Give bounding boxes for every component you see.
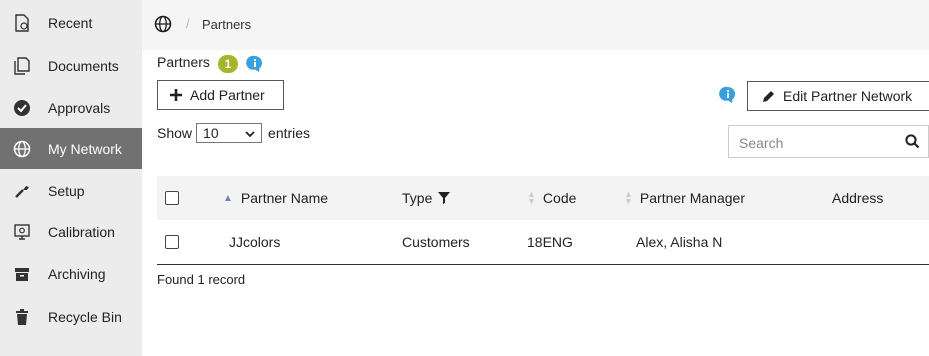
calibration-icon bbox=[12, 222, 32, 242]
page-title: Partners bbox=[157, 54, 210, 70]
edit-partner-network-label: Edit Partner Network bbox=[783, 88, 913, 104]
length-suffix: entries bbox=[268, 125, 311, 141]
sidebar-item-recent[interactable]: Recent bbox=[0, 2, 142, 43]
table-row[interactable]: JJcolors Customers 18ENG Alex, Alisha N bbox=[157, 220, 929, 265]
select-all-checkbox[interactable] bbox=[165, 176, 179, 220]
sidebar-item-label: Setup bbox=[48, 182, 85, 199]
column-label: Partner Name bbox=[240, 190, 329, 206]
wrench-icon bbox=[12, 181, 32, 201]
sort-icon: ▲ ▼ bbox=[624, 189, 633, 206]
sort-icon: ▲ ▼ bbox=[527, 189, 536, 206]
cell-code: 18ENG bbox=[527, 234, 573, 250]
sidebar-item-label: Documents bbox=[48, 57, 119, 74]
pencil-icon bbox=[762, 90, 775, 103]
sidebar-item-approvals[interactable]: Approvals bbox=[0, 87, 142, 128]
documents-icon bbox=[12, 56, 32, 76]
recent-file-icon bbox=[12, 13, 32, 33]
column-label: Address bbox=[832, 190, 884, 206]
row-checkbox[interactable] bbox=[165, 220, 179, 264]
sidebar-item-label: Recent bbox=[48, 14, 93, 31]
count-badge: 1 bbox=[218, 55, 238, 73]
column-label: Type bbox=[402, 190, 433, 206]
sidebar-item-documents[interactable]: Documents bbox=[0, 45, 142, 86]
edit-partner-network-button[interactable]: Edit Partner Network bbox=[747, 81, 929, 111]
add-partner-button[interactable]: Add Partner bbox=[157, 80, 284, 110]
sidebar-item-recycle-bin[interactable]: Recycle Bin bbox=[0, 296, 142, 337]
check-circle-icon bbox=[12, 98, 32, 118]
archive-icon bbox=[12, 264, 32, 284]
info-icon[interactable] bbox=[246, 55, 264, 73]
sidebar-item-calibration[interactable]: Calibration bbox=[0, 211, 142, 252]
sidebar-item-archiving[interactable]: Archiving bbox=[0, 253, 142, 294]
column-type[interactable]: Type bbox=[402, 176, 451, 220]
column-label: Partner Manager bbox=[639, 190, 745, 206]
chevron-down-icon bbox=[245, 125, 255, 141]
search-icon[interactable] bbox=[905, 134, 920, 152]
search-box bbox=[728, 125, 929, 159]
column-label: Code bbox=[542, 190, 577, 206]
sidebar-item-label: Recycle Bin bbox=[48, 308, 122, 325]
info-icon[interactable] bbox=[719, 86, 737, 104]
sidebar-item-my-network[interactable]: My Network bbox=[0, 128, 142, 169]
column-code[interactable]: ▲ ▼ Code bbox=[527, 176, 576, 220]
breadcrumb-separator: / bbox=[186, 16, 190, 31]
sidebar-item-label: Approvals bbox=[48, 99, 111, 116]
page-size-select[interactable]: 10 bbox=[196, 123, 263, 143]
search-input[interactable] bbox=[729, 126, 901, 159]
sidebar-item-label: Calibration bbox=[48, 223, 115, 240]
record-count: Found 1 record bbox=[157, 272, 246, 287]
cell-partner-name[interactable]: JJcolors bbox=[229, 220, 280, 264]
sidebar-item-label: My Network bbox=[48, 140, 122, 157]
cell-type: Customers bbox=[402, 234, 470, 250]
globe-icon bbox=[12, 139, 32, 159]
trash-icon bbox=[12, 307, 32, 327]
sidebar-item-label: Archiving bbox=[48, 265, 106, 282]
column-partner-manager[interactable]: ▲ ▼ Partner Manager bbox=[624, 176, 745, 220]
length-menu: Show 10 entries bbox=[157, 123, 310, 143]
page-size-value: 10 bbox=[203, 125, 219, 141]
column-address[interactable]: Address bbox=[832, 176, 883, 220]
sidebar-item-setup[interactable]: Setup bbox=[0, 170, 142, 211]
length-prefix: Show bbox=[157, 125, 193, 141]
breadcrumb: / Partners bbox=[142, 0, 929, 50]
breadcrumb-current: Partners bbox=[202, 17, 252, 32]
sidebar: Recent Documents Approvals My Network Se… bbox=[0, 0, 142, 356]
add-partner-label: Add Partner bbox=[190, 87, 265, 103]
column-partner-name[interactable]: ▲ Partner Name bbox=[223, 176, 328, 220]
cell-partner-manager: Alex, Alisha N bbox=[636, 234, 723, 250]
plus-icon bbox=[170, 89, 182, 101]
table-header: ▲ Partner Name Type ▲ ▼ Code ▲ ▼ Partner M… bbox=[157, 176, 929, 220]
filter-icon[interactable] bbox=[438, 192, 451, 204]
sort-asc-icon: ▲ bbox=[223, 192, 233, 204]
globe-icon[interactable] bbox=[154, 15, 172, 36]
